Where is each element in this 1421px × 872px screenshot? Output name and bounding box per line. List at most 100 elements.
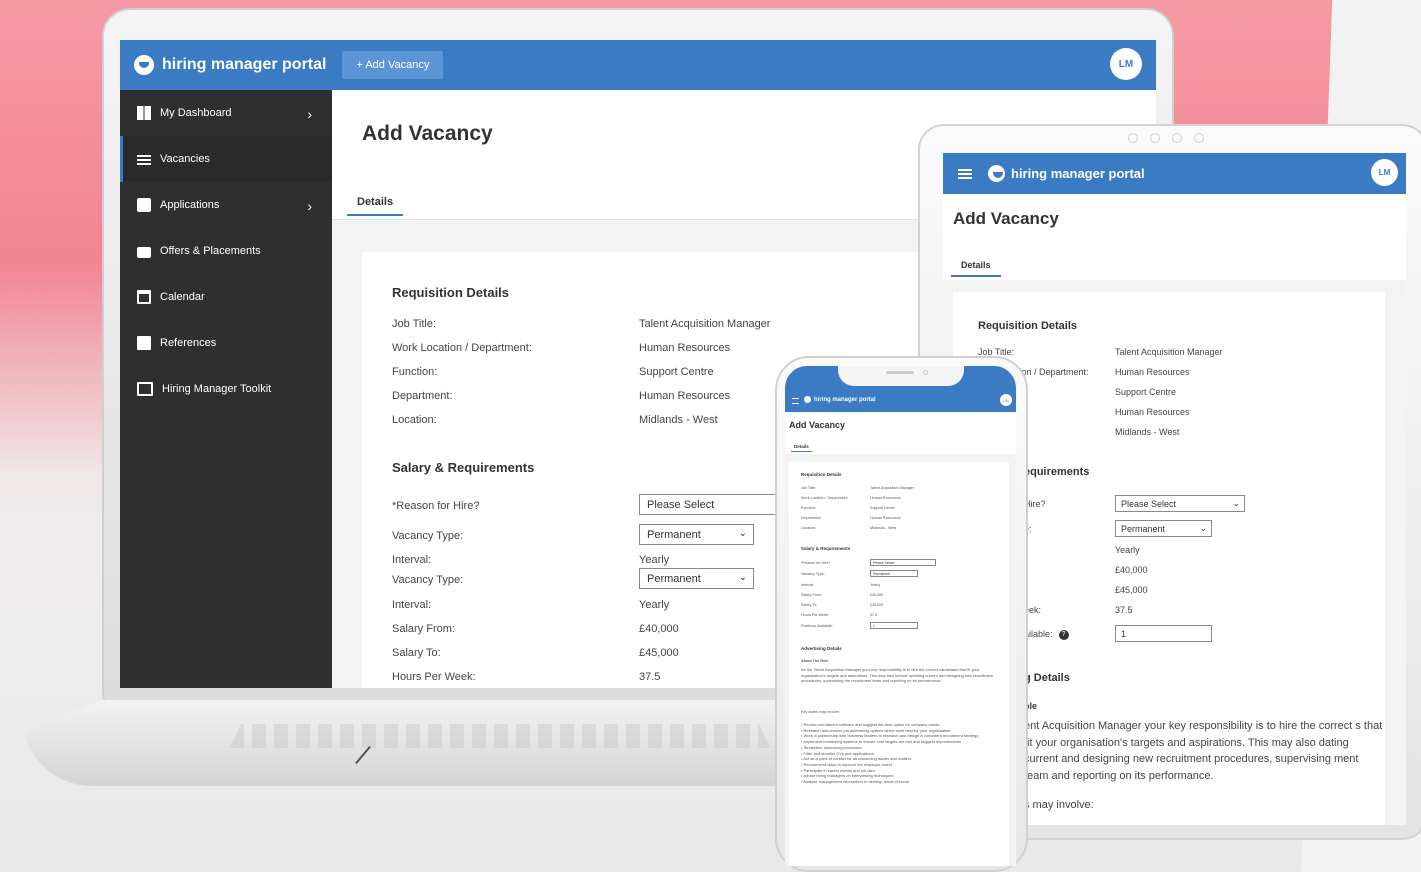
brand-name: hiring manager portal: [162, 56, 327, 73]
section-title-requisition: Requisition Details: [801, 472, 842, 477]
user-avatar[interactable]: LM: [1371, 159, 1398, 186]
hours-value: 37.5: [639, 671, 661, 683]
tablet-top-bar: hiring manager portal LM: [943, 153, 1406, 194]
field-value: Human Resources: [1115, 367, 1190, 377]
hours-label: Hours Per Week:: [392, 671, 476, 683]
field-label: Location:: [392, 414, 437, 426]
duties-label: s may involve:: [1024, 799, 1094, 811]
interval-label: Interval:: [392, 554, 432, 566]
sidebar-item-label: Vacancies: [160, 153, 210, 165]
salary-from-value: £40,000: [870, 593, 884, 597]
tab-details[interactable]: Details: [951, 260, 1001, 277]
reason-for-hire-select[interactable]: Please Select: [870, 559, 936, 566]
smile-logo-icon: [134, 55, 154, 75]
field-value: Midlands - West: [1115, 427, 1180, 437]
tab-details[interactable]: Details: [347, 196, 404, 216]
positions-input[interactable]: 1: [1115, 625, 1212, 642]
field-label: Location:: [801, 526, 816, 530]
chevron-down-icon: ⌄: [1199, 523, 1207, 533]
chevron-right-icon: ›: [307, 198, 312, 214]
vacancy-type-label: Vacancy Type:: [392, 530, 464, 542]
field-value: Talent Acquisition Manager: [639, 318, 771, 330]
open-book-icon: [137, 382, 153, 396]
field-value: Midlands - West: [639, 414, 718, 426]
list-item: Analyse management information to develo…: [801, 779, 1001, 785]
field-value: Midlands - West: [870, 526, 897, 530]
hours-value: 37.5: [1115, 605, 1133, 615]
page-title: Add Vacancy: [953, 209, 1059, 228]
brand-logo[interactable]: hiring manager portal: [988, 165, 1145, 182]
smile-logo-icon: [988, 165, 1005, 182]
phone-speaker: [886, 371, 914, 374]
field-value: Support Centre: [1115, 387, 1177, 397]
section-title-salary: Salary & Requirements: [392, 460, 535, 475]
duties-list: Review recruitment software and suggest …: [801, 722, 1001, 785]
salary-to-label: Salary To:: [392, 647, 441, 659]
field-label: Function:: [392, 366, 438, 378]
reason-for-hire-label: *Reason for Hire?: [801, 561, 831, 565]
chevron-down-icon: ⌄: [1232, 498, 1240, 508]
smile-logo-icon: [804, 396, 811, 403]
interval-value: Yearly: [639, 554, 670, 566]
sidebar-item-label: My Dashboard: [160, 107, 232, 119]
select-value: Permanent: [647, 573, 701, 585]
id-badge-icon: [137, 198, 151, 212]
select-value: Permanent: [1121, 524, 1166, 534]
field-value: Human Resources: [870, 496, 901, 500]
sidebar-item-calendar[interactable]: Calendar: [120, 274, 332, 320]
section-title-requisition: Requisition Details: [392, 285, 510, 300]
vacancy-type-select[interactable]: Permanent ⌄: [639, 524, 754, 545]
hamburger-menu-icon[interactable]: [792, 398, 799, 404]
sidebar-item-vacancies[interactable]: Vacancies: [120, 136, 332, 182]
field-label: Function:: [801, 506, 817, 510]
field-label: Work Location / Department:: [801, 496, 848, 500]
vacancy-type-select[interactable]: Permanent ⌄: [639, 568, 754, 589]
sidebar-item-offers[interactable]: Offers & Placements: [120, 228, 332, 274]
phone-screen: hiring manager portal LM Add Vacancy Det…: [785, 366, 1016, 866]
positions-input[interactable]: 1: [870, 622, 918, 629]
add-vacancy-button[interactable]: + Add Vacancy: [342, 51, 444, 79]
reason-for-hire-label: *Reason for Hire?: [392, 500, 480, 512]
brand-logo[interactable]: hiring manager portal: [134, 55, 326, 75]
page-title: Add Vacancy: [362, 122, 493, 145]
hamburger-menu-icon[interactable]: [958, 168, 972, 179]
user-avatar[interactable]: LM: [1000, 394, 1012, 406]
list-icon: [137, 155, 151, 165]
reason-for-hire-select[interactable]: Please Select ⌄: [1115, 495, 1245, 512]
vacancy-type-select[interactable]: Permanent: [870, 570, 918, 577]
interval-value: Yearly: [870, 583, 881, 587]
select-value: Please Select: [647, 499, 715, 511]
sidebar-item-references[interactable]: References: [120, 320, 332, 366]
chevron-down-icon: ⌄: [738, 528, 747, 539]
field-value: Human Resources: [639, 342, 731, 354]
field-label: Department:: [392, 390, 453, 402]
field-value: Talent Acquisition Manager: [1115, 347, 1223, 357]
hours-label: Hours Per Week:: [801, 613, 830, 617]
field-label: Job Title:: [392, 318, 437, 330]
sidebar-item-applications[interactable]: Applications ›: [120, 182, 332, 228]
positions-label: ailable:?: [1024, 629, 1069, 640]
tab-details[interactable]: Details: [791, 444, 812, 452]
reason-for-hire-select[interactable]: Please Select: [639, 494, 779, 515]
user-avatar[interactable]: LM: [1110, 48, 1142, 80]
section-title-requisition: Requisition Details: [978, 320, 1078, 332]
sidebar-item-toolkit[interactable]: Hiring Manager Toolkit: [120, 366, 332, 412]
dashboard-icon: [137, 106, 151, 120]
sidebar-item-dashboard[interactable]: My Dashboard ›: [120, 90, 332, 136]
vacancy-type-label: Vacancy Type:: [801, 572, 825, 576]
brand-logo[interactable]: hiring manager portal: [804, 396, 876, 403]
salary-from-value: £40,000: [639, 623, 679, 635]
salary-from-value: £40,000: [1115, 565, 1148, 575]
chevron-right-icon: ›: [307, 106, 312, 122]
briefcase-icon: [137, 247, 151, 258]
about-role-text: ent Acquisition Manager your key respons…: [1024, 720, 1383, 782]
section-title-salary: Salary & Requirements: [801, 546, 851, 551]
salary-to-value: £45,000: [870, 603, 884, 607]
sidebar-item-label: Hiring Manager Toolkit: [162, 383, 272, 395]
interval-label: Interval:: [392, 599, 432, 611]
duties-label: Key duties may involve:: [801, 710, 840, 714]
help-icon[interactable]: ?: [1058, 629, 1069, 640]
calendar-icon: [137, 290, 151, 304]
vacancy-type-select[interactable]: Permanent ⌄: [1115, 520, 1212, 537]
interval-value: Yearly: [639, 599, 670, 611]
